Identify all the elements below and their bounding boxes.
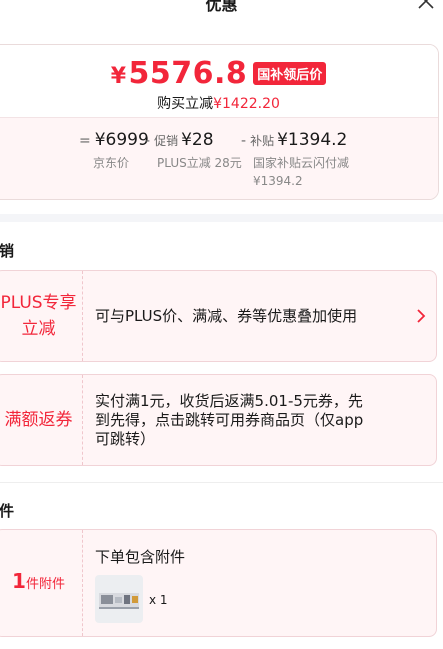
price-breakdown: = ¥6999 京东价 - 促销 ¥28 PLUS立减 28元 - 补贴 ¥1394.2 … xyxy=(0,117,438,199)
accessory-image xyxy=(99,593,139,609)
reduce-row: 购买立减¥1422.20 xyxy=(0,93,438,113)
accessory-count: 1件附件 xyxy=(0,530,83,636)
breakdown-promo: - 促销 ¥28 PLUS立减 28元 xyxy=(145,130,242,170)
final-price-area: ¥5576.8 国补领后价 购买立减¥1422.20 xyxy=(0,45,438,117)
divider xyxy=(0,482,443,483)
price-summary-card: ¥5576.8 国补领后价 购买立减¥1422.20 = ¥6999 京东价 -促… xyxy=(0,44,439,200)
promo-text: 实付满1元，收货后返满5.01-5元券，先 到先得，点击跳转可用券商品页（仅ap… xyxy=(95,391,364,448)
promo-tag: PLUS专享 立减 xyxy=(0,271,83,361)
close-icon xyxy=(418,0,434,9)
breakdown-subsidy: - 补贴 ¥1394.2 国家补贴云闪付减 ¥1394.2 xyxy=(241,130,350,188)
final-price-badge: 国补领后价 xyxy=(253,62,327,85)
promo-coupon-card[interactable]: 满额返券 实付满1元，收货后返满5.01-5元券，先 到先得，点击跳转可用券商品… xyxy=(0,374,437,466)
section-divider xyxy=(0,214,443,222)
reduce-amount: ¥1422.20 xyxy=(213,96,280,112)
accessory-content: 下单包含附件 x 1 xyxy=(95,530,412,636)
accessory-card[interactable]: 1件附件 下单包含附件 x 1 xyxy=(0,529,437,637)
promo-text: 可与PLUS价、满减、券等优惠叠加使用 xyxy=(95,306,358,325)
close-button[interactable] xyxy=(415,0,437,12)
accessory-qty: x 1 xyxy=(149,593,168,607)
accessory-thumbnail[interactable] xyxy=(95,575,143,623)
breakdown-jd-price: = ¥6999 京东价 xyxy=(79,130,149,170)
page-title: 优惠 xyxy=(205,0,238,14)
promo-tag: 满额返券 xyxy=(0,375,83,465)
accessory-text: 下单包含附件 xyxy=(95,548,186,566)
final-price: ¥5576.8 xyxy=(110,56,248,91)
accessories-title: 附件 xyxy=(0,502,15,520)
header: 优惠 xyxy=(0,0,443,14)
promo-plus-card[interactable]: PLUS专享 立减 可与PLUS价、满减、券等优惠叠加使用 xyxy=(0,270,437,362)
promotions-title: 促销 xyxy=(0,242,15,260)
reduce-label: 购买立减 xyxy=(157,96,214,112)
chevron-right-icon[interactable] xyxy=(416,308,426,324)
